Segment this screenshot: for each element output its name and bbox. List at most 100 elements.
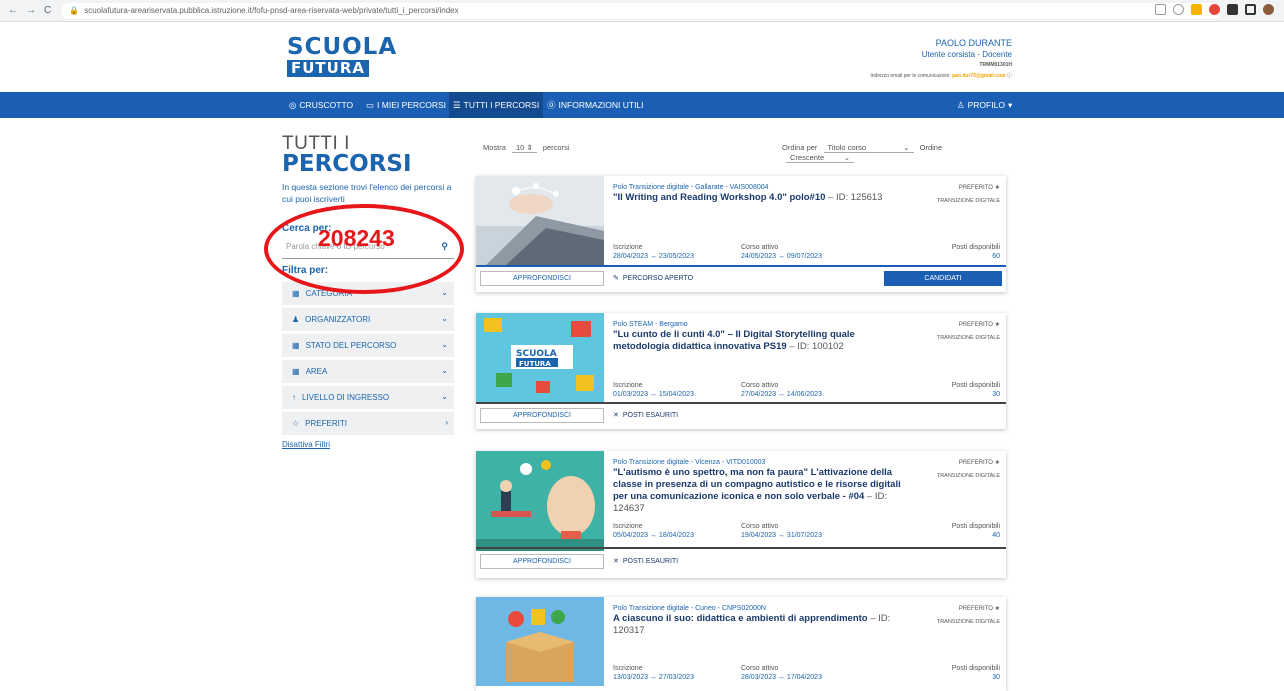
course-title-text: "L'autismo è uno spettro, ma non fa paur…: [613, 467, 901, 502]
extension-icon[interactable]: [1209, 4, 1220, 15]
course-card: SCUOLA FUTURA Polo STEAM - Bergamo "Lu c…: [476, 313, 1006, 429]
email-row: Indirizzo email per le comunicazioni: pa…: [870, 71, 1012, 82]
share-icon[interactable]: [1155, 4, 1166, 15]
course-image[interactable]: [476, 176, 604, 265]
nav-label: PROFILO: [967, 100, 1005, 110]
course-id: – ID: 125613: [825, 192, 883, 203]
user-name: PAOLO DURANTE: [935, 38, 1012, 48]
course-card: Polo Transizione digitale - Gallarate - …: [476, 176, 1006, 292]
window-icon[interactable]: [1245, 4, 1256, 15]
course-title[interactable]: "Lu cunto de li cunti 4.0" – Il Digital …: [613, 329, 913, 353]
order-by-value: Titolo corso: [827, 143, 867, 152]
show-label: Mostra: [483, 143, 506, 152]
chevron-down-icon: ⌄: [843, 153, 850, 162]
reload-icon[interactable]: C: [44, 5, 51, 16]
course-title[interactable]: A ciascuno il suo: didattica e ambienti …: [613, 613, 913, 637]
favorite-label: PREFERITO: [958, 460, 993, 466]
edit-icon: ✎: [613, 275, 619, 282]
corso-value: 19/04/2023 ↔ 31/07/2023: [741, 532, 822, 539]
grid-icon: ▦: [292, 289, 300, 298]
approfondisci-button[interactable]: APPROFONDISCI: [480, 553, 604, 569]
dashboard-icon: ◎: [289, 99, 297, 110]
iscrizione-value: 13/03/2023 ↔ 27/03/2023: [613, 674, 694, 681]
star-icon[interactable]: [1173, 4, 1184, 15]
user-info: PAOLO DURANTE Utente corsista - Docente …: [870, 38, 1012, 82]
chevron-down-icon: ⌄: [441, 392, 448, 401]
course-image[interactable]: [476, 451, 604, 551]
back-icon[interactable]: ←: [8, 5, 18, 16]
course-title-text: A ciascuno il suo: didattica e ambienti …: [613, 613, 868, 624]
nav-tutti-percorsi[interactable]: ☰ TUTTI I PERCORSI: [449, 92, 544, 118]
filter-livello[interactable]: ↑ LIVELLO DI INGRESSO ⌄: [282, 386, 454, 409]
browser-toolbar: ← → C 🔒 scuolafutura-areariservata.pubbl…: [0, 0, 1284, 22]
show-select[interactable]: 10 ⇕: [512, 143, 537, 153]
filter-preferiti[interactable]: ☆ PREFERITI ›: [282, 412, 454, 435]
iscrizione-label: Iscrizione: [613, 382, 643, 389]
filter-organizzatori[interactable]: ♟ ORGANIZZATORI ⌄: [282, 308, 454, 331]
favorite-toggle[interactable]: PREFERITO ★: [959, 605, 1000, 612]
iscrizione-label: Iscrizione: [613, 665, 643, 672]
filter-label-text: STATO DEL PERCORSO: [305, 341, 397, 350]
avatar[interactable]: [1263, 4, 1274, 15]
posti-value: 30: [992, 674, 1000, 681]
corso-value: 28/03/2023 ↔ 17/04/2023: [741, 674, 822, 681]
extensions-bar: [1155, 4, 1274, 15]
course-card: Polo Transizione digitale - Vicenza - VI…: [476, 451, 1006, 578]
chevron-down-icon: ⌄: [441, 288, 448, 297]
users-icon: ♟: [292, 315, 300, 324]
browser-nav: ← → C: [0, 5, 51, 16]
course-image[interactable]: SCUOLA FUTURA: [476, 313, 604, 402]
course-title[interactable]: "Il Writing and Reading Workshop 4.0" po…: [613, 192, 913, 204]
order-select[interactable]: Crescente ⌄: [786, 153, 854, 163]
corso-value: 27/04/2023 ↔ 14/06/2023: [741, 391, 822, 398]
approfondisci-button[interactable]: APPROFONDISCI: [480, 270, 604, 286]
autism-illustration: [476, 451, 604, 551]
corso-label: Corso attivo: [741, 665, 779, 672]
email-label: Indirizzo email per le comunicazioni:: [870, 73, 951, 79]
user-role: Utente corsista - Docente: [921, 50, 1012, 59]
nav-miei-percorsi[interactable]: ▭ I MIEI PERCORSI: [366, 92, 446, 118]
reset-filters-link[interactable]: Disattiva Filtri: [282, 440, 330, 449]
forward-icon[interactable]: →: [26, 5, 36, 16]
puzzle-illustration: SCUOLA FUTURA: [476, 313, 604, 402]
favorite-label: PREFERITO: [958, 606, 993, 612]
extension-icon[interactable]: [1191, 4, 1202, 15]
filter-stato[interactable]: ▦ STATO DEL PERCORSO ⌄: [282, 334, 454, 357]
nav-label: CRUSCOTTO: [299, 100, 354, 110]
course-body: Polo Transizione digitale - Gallarate - …: [613, 184, 913, 204]
course-polo: Polo Transizione digitale - Cuneo - CNPS…: [613, 605, 766, 612]
filter-area[interactable]: ▦ AREA ⌄: [282, 360, 454, 383]
star-icon: ★: [994, 606, 1000, 612]
approfondisci-button[interactable]: APPROFONDISCI: [480, 407, 604, 423]
favorite-toggle[interactable]: PREFERITO ★: [959, 184, 1000, 191]
course-image[interactable]: [476, 597, 604, 686]
corso-dates: Corso attivo 27/04/2023 ↔ 14/06/2023: [741, 381, 822, 399]
grid-icon: ▦: [292, 341, 300, 350]
posti-disponibili: Posti disponibili 30: [952, 664, 1000, 682]
order-label: Ordine: [919, 143, 943, 152]
nav-informazioni[interactable]: ⓪ INFORMAZIONI UTILI: [547, 92, 644, 118]
order-by-select[interactable]: Titolo corso ⌄: [823, 143, 914, 153]
course-polo: Polo STEAM - Bergamo: [613, 321, 688, 328]
nav-cruscotto[interactable]: ◎ CRUSCOTTO: [289, 92, 353, 118]
iscrizione-dates: Iscrizione 28/04/2023 ↔ 23/05/2023: [613, 243, 694, 261]
candidati-button[interactable]: CANDIDATI: [884, 270, 1002, 286]
arrow-up-icon: ↑: [292, 393, 296, 402]
address-bar[interactable]: 🔒 scuolafutura-areariservata.pubblica.is…: [61, 2, 1222, 19]
nav-label: TUTTI I PERCORSI: [463, 100, 540, 110]
nav-profilo[interactable]: ♙ PROFILO ▾: [957, 92, 1012, 118]
course-tag: TRANSIZIONE DIGITALE: [936, 335, 1000, 341]
card-footer: APPROFONDISCI ✕ POSTI ESAURITI: [476, 551, 1006, 571]
scuola-futura-logo[interactable]: SCUOLA FUTURA: [287, 36, 397, 77]
puzzle-icon[interactable]: [1227, 4, 1238, 15]
course-title[interactable]: "L'autismo è uno spettro, ma non fa paur…: [613, 467, 913, 515]
info-icon[interactable]: ⓘ: [1007, 73, 1012, 79]
laptop-illustration: [476, 176, 604, 265]
star-icon: ★: [994, 460, 1000, 466]
favorite-toggle[interactable]: PREFERITO ★: [959, 321, 1000, 328]
show-value: 10: [516, 143, 525, 152]
url-text: scuolafutura-areariservata.pubblica.istr…: [84, 6, 459, 15]
page-description: In questa sezione trovi l'elenco dei per…: [282, 182, 452, 204]
list-icon: ☰: [453, 99, 461, 110]
favorite-toggle[interactable]: PREFERITO ★: [959, 459, 1000, 466]
